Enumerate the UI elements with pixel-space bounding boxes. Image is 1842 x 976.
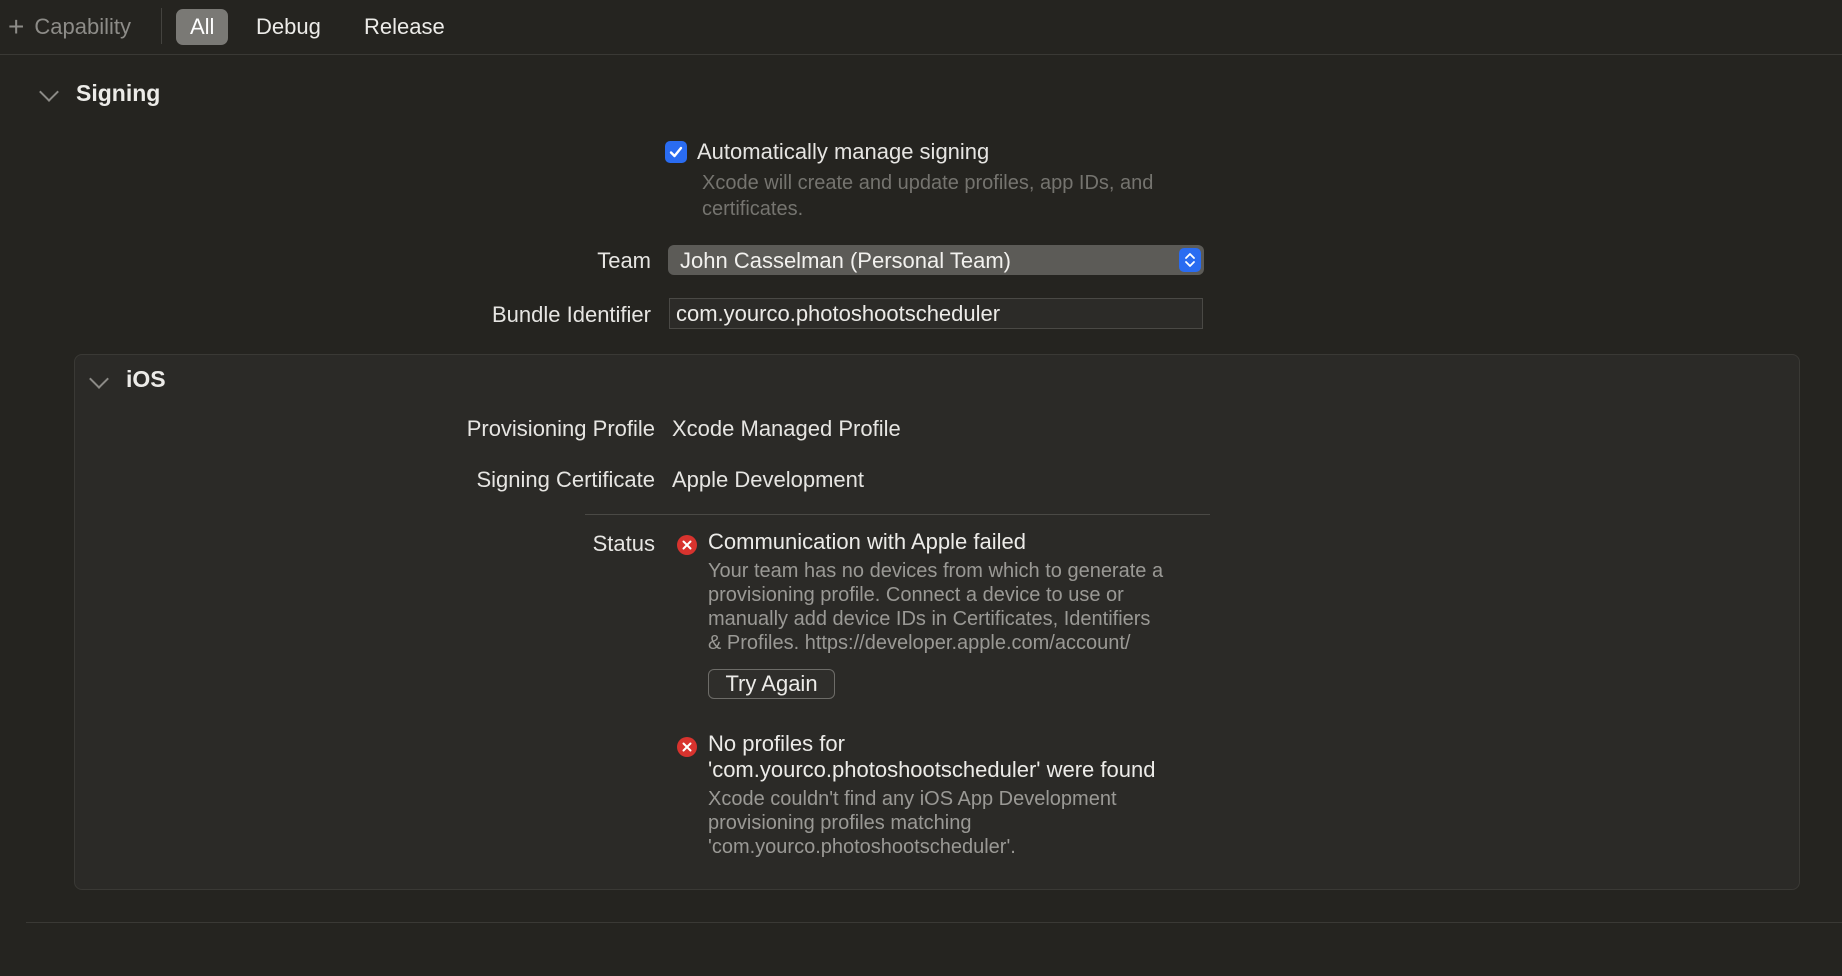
error-no-profiles-body-line3: 'com.yourco.photoshootscheduler'. <box>708 836 1016 858</box>
try-again-button[interactable]: Try Again <box>708 669 835 699</box>
error-communication-body-line3: manually add device IDs in Certificates,… <box>708 608 1151 630</box>
section-bottom-divider <box>26 922 1842 923</box>
signing-disclosure-chevron-down-icon[interactable] <box>39 82 59 102</box>
bundle-identifier-value: com.yourco.photoshootscheduler <box>676 301 1001 326</box>
auto-manage-description-line1: Xcode will create and update profiles, a… <box>702 172 1154 194</box>
auto-manage-signing-label: Automatically manage signing <box>697 139 990 164</box>
error-x-icon <box>677 535 697 555</box>
error-communication-body-line4: & Profiles. https://developer.apple.com/… <box>708 632 1131 654</box>
provisioning-profile-value: Xcode Managed Profile <box>672 416 901 441</box>
bundle-identifier-field[interactable]: com.yourco.photoshootscheduler <box>669 298 1203 329</box>
checkmark-icon <box>669 146 683 158</box>
toolbar-divider <box>161 8 162 44</box>
error-no-profiles-title-line2: 'com.yourco.photoshootscheduler' were fo… <box>708 757 1156 782</box>
ios-section-title: iOS <box>126 366 166 392</box>
error-communication-body-line2: provisioning profile. Connect a device t… <box>708 584 1124 606</box>
error-no-profiles-body-line2: provisioning profiles matching <box>708 812 972 834</box>
popup-stepper-icon <box>1179 248 1201 272</box>
error-x-icon <box>677 737 697 757</box>
auto-manage-signing-checkbox[interactable] <box>665 141 687 163</box>
error-no-profiles-title-line1: No profiles for <box>708 731 845 756</box>
signing-section-title: Signing <box>76 80 161 106</box>
bundle-identifier-label: Bundle Identifier <box>492 302 651 327</box>
signing-certificate-label: Signing Certificate <box>476 467 655 492</box>
tab-debug[interactable]: Debug <box>242 9 335 45</box>
team-value: John Casselman (Personal Team) <box>680 248 1011 273</box>
status-divider <box>585 514 1210 515</box>
tab-release[interactable]: Release <box>350 9 459 45</box>
provisioning-profile-label: Provisioning Profile <box>466 416 655 441</box>
status-label: Status <box>592 531 655 556</box>
signing-certificate-value: Apple Development <box>672 467 865 492</box>
add-capability-button[interactable]: + Capability <box>8 10 131 44</box>
capabilities-toolbar: + Capability All Debug Release <box>0 0 1842 55</box>
tab-all[interactable]: All <box>176 9 229 45</box>
plus-icon: + <box>8 11 25 42</box>
team-popup[interactable]: John Casselman (Personal Team) <box>668 245 1204 275</box>
add-capability-label: Capability <box>34 14 131 39</box>
team-label: Team <box>597 248 651 273</box>
auto-manage-description-line2: certificates. <box>702 198 804 220</box>
error-no-profiles-body-line1: Xcode couldn't find any iOS App Developm… <box>708 788 1117 810</box>
error-communication-body-line1: Your team has no devices from which to g… <box>708 560 1164 582</box>
error-communication-title: Communication with Apple failed <box>708 529 1026 554</box>
